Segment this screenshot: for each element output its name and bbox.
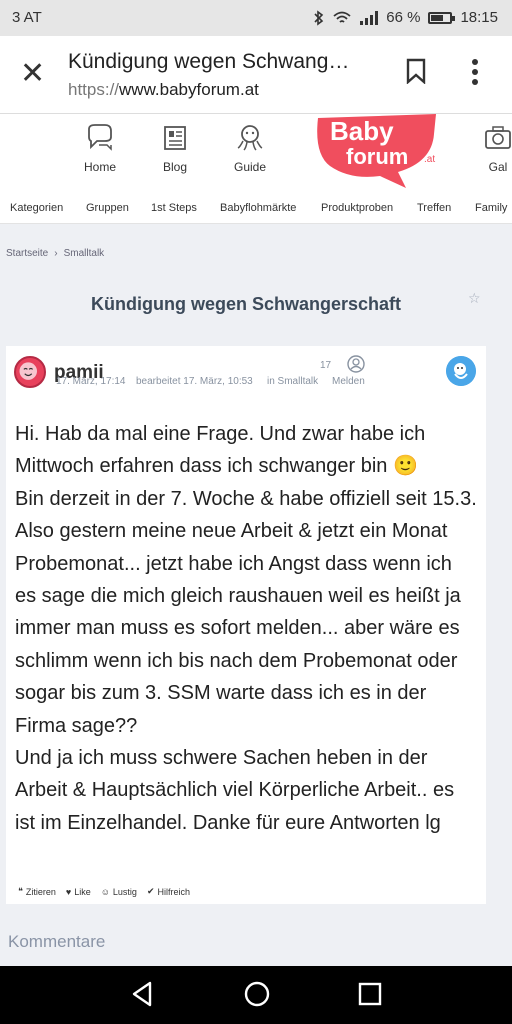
tab-title: Kündigung wegen Schwangerschaft	[68, 50, 358, 73]
post-category[interactable]: in Smalltalk	[267, 376, 318, 387]
camera-icon	[485, 126, 511, 149]
chat-icon	[88, 124, 112, 151]
logo-baby-text: Baby	[330, 116, 394, 146]
category-bar: Kategorien Gruppen 1st Steps Babyflohmär…	[0, 190, 512, 224]
post-paragraph: Hi. Hab da mal eine Frage. Und zwar habe…	[15, 423, 426, 478]
recents-icon[interactable]	[358, 980, 382, 1008]
status-bar: 3 AT 66 % 18:15	[0, 0, 512, 36]
nav-gallery[interactable]: Gal	[478, 122, 512, 174]
url-host: www.babyforum.at	[119, 80, 259, 99]
post-card: pamii 17. März, 17:14 bearbeitet 17. Mär…	[6, 346, 486, 904]
url-display[interactable]: https://www.babyforum.at	[68, 80, 259, 100]
battery-fill	[431, 14, 444, 21]
page-title: Kündigung wegen Schwangerschaft	[90, 294, 402, 314]
quote-icon: ❝	[18, 886, 23, 896]
url-protocol: https://	[68, 80, 120, 99]
category-item[interactable]: Gruppen	[86, 202, 129, 214]
post-actions: ❝ Zitieren ♥ Like ☺ Lustig ✔ Hilfreich	[18, 886, 190, 897]
funny-button[interactable]: ☺ Lustig	[101, 886, 137, 897]
post-paragraph: Bin derzeit in der 7. Woche & habe offiz…	[15, 487, 477, 737]
logo-forum-text: forum	[346, 144, 408, 169]
carrier-label: 3 AT	[12, 9, 42, 26]
comments-heading: Kommentare	[8, 932, 106, 951]
system-navigation-bar	[0, 966, 512, 1024]
user-report-icon[interactable]	[346, 354, 366, 374]
clock: 18:15	[460, 9, 498, 26]
close-icon[interactable]: ✕	[20, 56, 45, 91]
like-button[interactable]: ♥ Like	[66, 886, 91, 897]
report-count: 17	[320, 360, 332, 371]
post-edited: bearbeitet 17. März, 10:53	[136, 376, 253, 387]
post-body: Hi. Hab da mal eine Frage. Und zwar habe…	[15, 418, 477, 839]
nav-blog-label: Blog	[162, 160, 188, 174]
battery-percent: 66 %	[386, 9, 421, 26]
user-badge-icon	[446, 356, 476, 386]
breadcrumb-home[interactable]: Startseite	[6, 248, 48, 259]
home-icon[interactable]	[243, 980, 271, 1008]
nav-blog[interactable]: Blog	[140, 122, 210, 174]
status-icons: 66 % 18:15	[314, 9, 498, 26]
avatar[interactable]	[14, 356, 46, 388]
octopus-icon	[237, 125, 263, 151]
quote-label: Zitieren	[25, 886, 56, 897]
checkmark-icon: ✔	[146, 886, 155, 896]
helpful-label: Hilfreich	[157, 886, 191, 897]
logo-suffix-text: .at	[424, 154, 435, 165]
quote-button[interactable]: ❝ Zitieren	[18, 886, 56, 897]
report-button[interactable]: Melden	[332, 376, 365, 387]
category-item[interactable]: Babyflohmärkte	[220, 202, 296, 214]
bookmark-icon[interactable]	[405, 58, 427, 84]
chevron-right-icon: ›	[54, 248, 58, 259]
babyforum-logo[interactable]: Baby forum .at	[310, 114, 440, 190]
category-item[interactable]: 1st Steps	[151, 202, 197, 214]
browser-toolbar: ✕ Kündigung wegen Schwangerschaft https:…	[0, 36, 512, 114]
category-item[interactable]: Treffen	[417, 202, 451, 214]
like-label: Like	[74, 886, 91, 897]
bluetooth-icon	[314, 9, 324, 26]
newspaper-icon	[164, 126, 186, 150]
nav-home[interactable]: Home	[65, 122, 135, 174]
nav-home-label: Home	[83, 160, 116, 174]
category-item[interactable]: Produktproben	[321, 202, 393, 214]
smiley-icon: ☺	[100, 886, 110, 897]
wifi-icon	[333, 11, 351, 23]
breadcrumb: Startseite › Smalltalk	[6, 248, 104, 259]
back-icon[interactable]	[130, 980, 154, 1008]
nav-guide-label: Guide	[233, 160, 267, 174]
nav-gallery-label: Gal	[488, 160, 508, 174]
signal-icon	[360, 10, 379, 25]
post-date: 17. März, 17:14	[56, 376, 126, 387]
breadcrumb-smalltalk[interactable]: Smalltalk	[64, 248, 105, 259]
post-paragraph: Und ja ich muss schwere Sachen heben in …	[15, 747, 455, 834]
heart-icon: ♥	[65, 886, 72, 897]
helpful-button[interactable]: ✔ Hilfreich	[147, 886, 190, 897]
category-item[interactable]: Family	[475, 202, 507, 214]
more-options-icon[interactable]	[470, 58, 480, 86]
battery-icon	[428, 11, 456, 24]
category-item[interactable]: Kategorien	[10, 202, 63, 214]
funny-label: Lustig	[112, 886, 137, 897]
star-icon[interactable]: ☆	[468, 290, 481, 307]
nav-guide[interactable]: Guide	[215, 122, 285, 174]
